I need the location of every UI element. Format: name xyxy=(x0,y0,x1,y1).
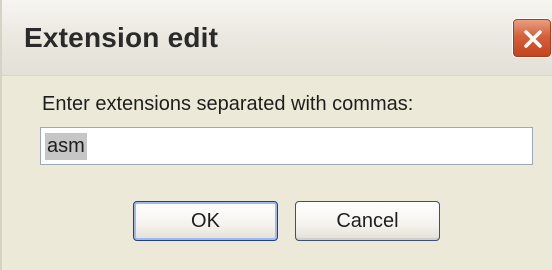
close-x-icon xyxy=(524,30,542,48)
selected-input-text: asm xyxy=(45,133,87,160)
ok-button[interactable]: OK xyxy=(133,201,278,241)
close-button[interactable] xyxy=(512,18,552,58)
extensions-input[interactable]: asm xyxy=(40,127,533,165)
title-bar[interactable]: Extension edit xyxy=(2,0,552,76)
extensions-prompt-label: Enter extensions separated with commas: xyxy=(42,93,414,115)
dialog-title: Extension edit xyxy=(24,22,219,53)
extension-edit-dialog: Extension edit Enter extensions separate… xyxy=(0,0,552,270)
cancel-button[interactable]: Cancel xyxy=(295,201,440,241)
